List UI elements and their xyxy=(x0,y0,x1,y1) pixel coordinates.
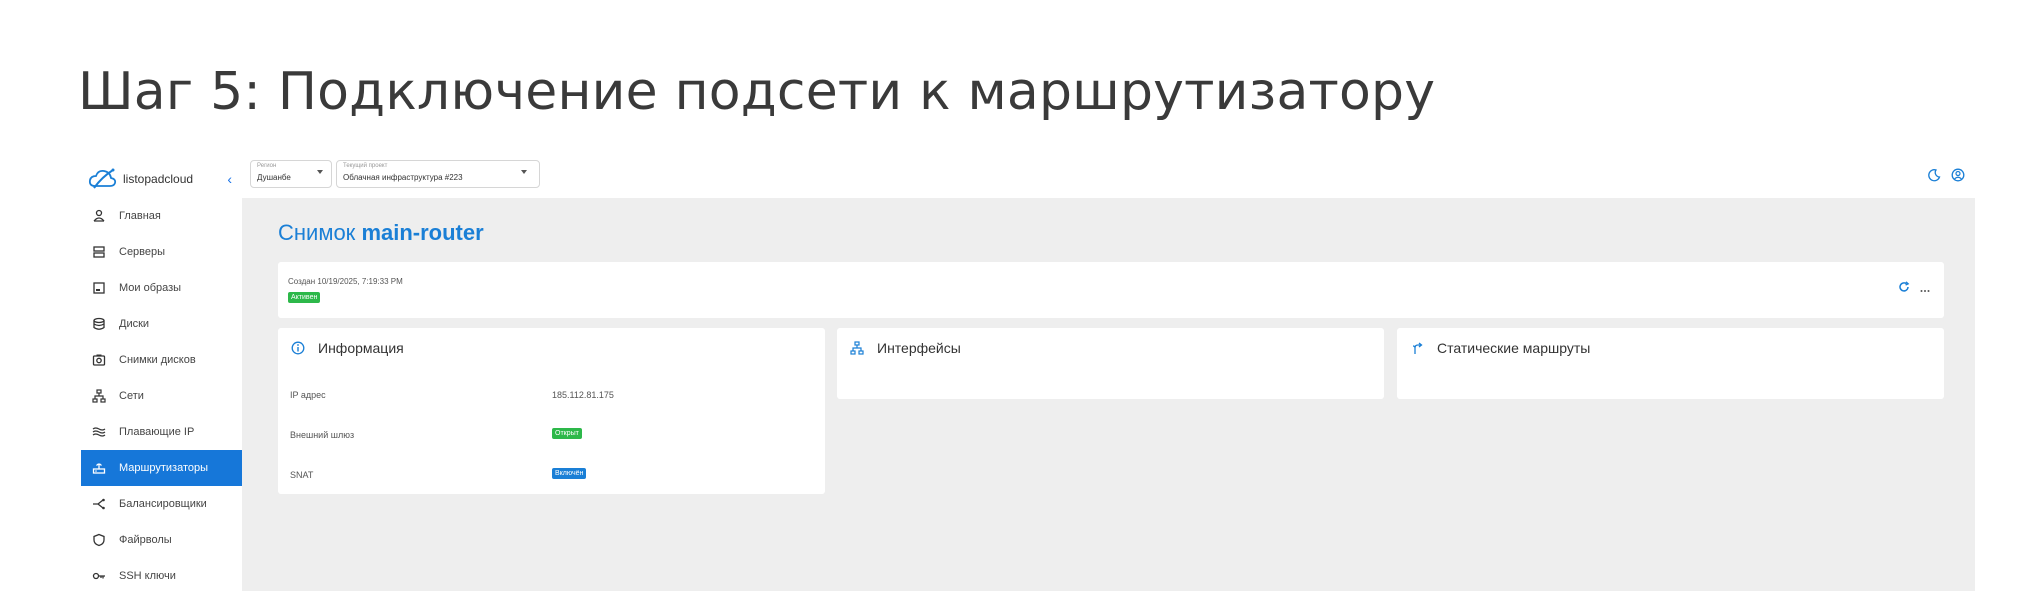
info-panel-title: Информация xyxy=(318,340,404,356)
sidebar-item-ssh-keys[interactable]: SSH ключи xyxy=(81,558,242,591)
chevron-down-icon xyxy=(521,170,527,174)
theme-moon-icon[interactable] xyxy=(1927,168,1941,187)
region-select[interactable]: Регион Душанбе xyxy=(250,160,332,188)
sidebar-item-floating-ip[interactable]: Плавающие IP xyxy=(81,414,242,450)
sidebar-item-snapshots[interactable]: Снимки дисков xyxy=(81,342,242,378)
region-select-value: Душанбе xyxy=(257,173,291,182)
sidebar: listopadcloud ‹ Главная Серверы Мои обра… xyxy=(81,156,242,591)
router-icon xyxy=(91,460,107,476)
sidebar-item-disks[interactable]: Диски xyxy=(81,306,242,342)
gateway-label: Внешний шлюз xyxy=(290,430,355,440)
gateway-status-badge: Открыт xyxy=(552,428,582,439)
sidebar-item-label: Серверы xyxy=(119,246,166,258)
info-panel-header: Информация xyxy=(290,340,404,356)
project-select[interactable]: Текущий проект Облачная инфраструктура #… xyxy=(336,160,540,188)
network-icon xyxy=(849,340,865,356)
ip-address-value: 185.112.81.175 xyxy=(552,390,614,400)
sidebar-item-label: Главная xyxy=(119,210,161,222)
sidebar-item-images[interactable]: Мои образы xyxy=(81,270,242,306)
balancer-icon xyxy=(91,496,107,512)
image-icon xyxy=(91,280,107,296)
server-icon xyxy=(91,244,107,260)
sidebar-item-label: Файрволы xyxy=(119,534,172,546)
database-icon xyxy=(91,316,107,332)
camera-icon xyxy=(91,352,107,368)
brand-name: listopadcloud xyxy=(123,172,194,186)
user-icon xyxy=(91,208,107,224)
interfaces-panel-header: Интерфейсы xyxy=(849,340,961,356)
sidebar-item-routers[interactable]: Маршрутизаторы xyxy=(81,450,242,486)
info-panel: Информация IP адрес 185.112.81.175 Внешн… xyxy=(278,328,825,494)
refresh-icon[interactable] xyxy=(1898,280,1910,298)
static-routes-panel: Статические маршруты xyxy=(1397,328,1944,399)
route-icon xyxy=(1409,340,1425,356)
account-icon[interactable] xyxy=(1951,168,1965,187)
top-bar: Регион Душанбе Текущий проект Облачная и… xyxy=(242,156,1975,198)
snat-status-badge: Включён xyxy=(552,468,587,479)
interfaces-panel: Интерфейсы xyxy=(837,328,1384,399)
status-badge: Активен xyxy=(288,292,321,303)
brand: listopadcloud ‹ xyxy=(81,162,242,196)
sidebar-item-label: Снимки дисков xyxy=(119,354,196,366)
sidebar-item-servers[interactable]: Серверы xyxy=(81,234,242,270)
sidebar-item-label: Сети xyxy=(119,390,144,402)
network-icon xyxy=(91,388,107,404)
project-select-label: Текущий проект xyxy=(343,163,388,169)
sidebar-item-label: Плавающие IP xyxy=(119,426,195,438)
region-select-label: Регион xyxy=(257,163,277,169)
interfaces-panel-title: Интерфейсы xyxy=(877,340,961,356)
page-title: Снимок main-router xyxy=(278,220,484,246)
sidebar-item-label: Мои образы xyxy=(119,282,182,294)
slide-title: Шаг 5: Подключение подсети к маршрутизат… xyxy=(78,62,1436,122)
ip-address-label: IP адрес xyxy=(290,390,326,400)
sidebar-item-networks[interactable]: Сети xyxy=(81,378,242,414)
app-window: listopadcloud ‹ Главная Серверы Мои обра… xyxy=(81,156,1975,591)
page-title-name: main-router xyxy=(361,220,484,245)
sidebar-item-home[interactable]: Главная xyxy=(81,198,242,234)
page-title-prefix: Снимок xyxy=(278,220,356,245)
more-icon[interactable] xyxy=(1920,280,1930,298)
top-icons xyxy=(1927,168,1965,187)
shield-icon xyxy=(91,532,107,548)
sidebar-nav: Главная Серверы Мои образы Диски Снимки … xyxy=(81,198,242,591)
card-actions xyxy=(1898,280,1930,298)
waves-icon xyxy=(91,424,107,440)
router-summary-card: Создан 10/19/2025, 7:19:33 PM Активен xyxy=(278,262,1944,318)
cloud-logo-icon xyxy=(88,168,117,189)
key-icon xyxy=(91,568,107,584)
static-routes-panel-title: Статические маршруты xyxy=(1437,340,1591,356)
created-timestamp: Создан 10/19/2025, 7:19:33 PM xyxy=(288,277,403,286)
main-content: Снимок main-router Создан 10/19/2025, 7:… xyxy=(242,198,1975,591)
sidebar-item-balancers[interactable]: Балансировщики xyxy=(81,486,242,522)
chevron-down-icon xyxy=(317,170,323,174)
static-routes-panel-header: Статические маршруты xyxy=(1409,340,1590,356)
sidebar-item-label: Балансировщики xyxy=(119,498,207,510)
info-icon xyxy=(290,340,306,356)
chevron-left-icon[interactable]: ‹ xyxy=(227,171,232,187)
project-select-value: Облачная инфраструктура #223 xyxy=(343,173,463,182)
sidebar-item-label: Маршрутизаторы xyxy=(119,462,208,474)
sidebar-item-label: SSH ключи xyxy=(119,570,176,582)
snat-label: SNAT xyxy=(290,470,314,480)
sidebar-item-firewalls[interactable]: Файрволы xyxy=(81,522,242,558)
sidebar-item-label: Диски xyxy=(119,318,150,330)
